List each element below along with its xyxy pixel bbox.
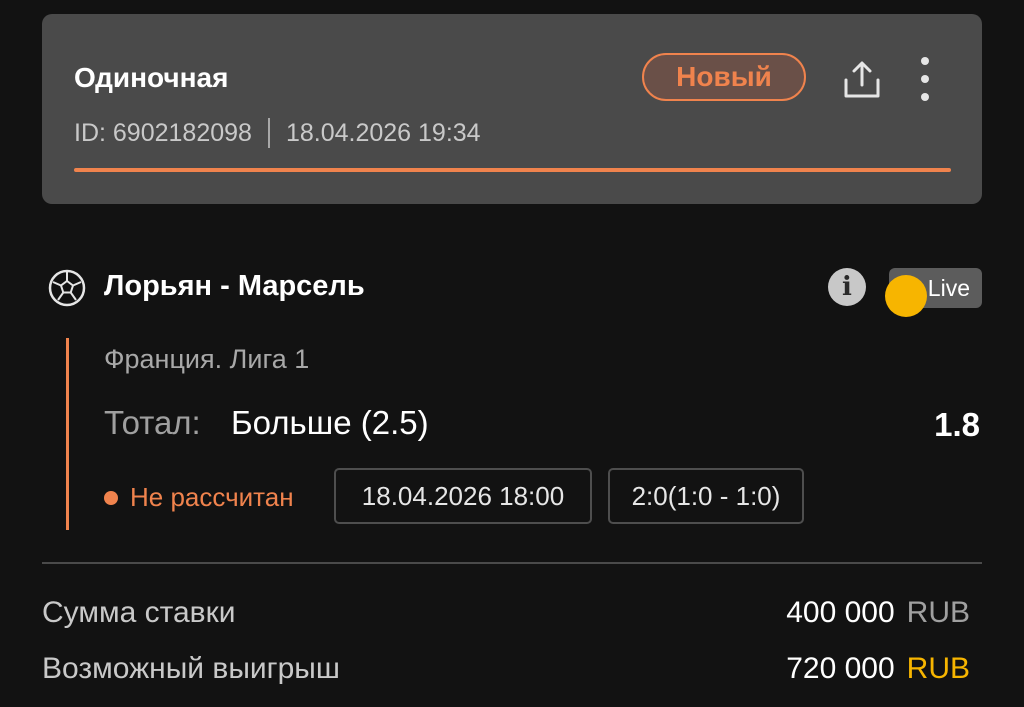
meta-separator	[267, 118, 270, 148]
stake-label: Сумма ставки	[42, 596, 236, 629]
match-title[interactable]: Лорьян - Марсель	[104, 270, 365, 303]
league-name: Франция. Лига 1	[104, 344, 310, 374]
stake-amount: 400 000	[786, 596, 895, 629]
settlement-status-dot	[104, 491, 118, 505]
settlement-status: Не рассчитан	[130, 482, 294, 512]
stake-amount-row: 400 000 RUB	[786, 596, 970, 630]
bet-card-header: Одиночная ID: 6902182098 18.04.2026 19:3…	[42, 14, 982, 204]
status-badge: Новый	[642, 53, 806, 101]
info-icon[interactable]: i	[828, 268, 866, 306]
stake-currency: RUB	[906, 596, 970, 629]
bet-datetime: 18.04.2026 19:34	[285, 118, 481, 147]
market-label: Тотал:	[104, 404, 201, 441]
bet-type-title: Одиночная	[74, 62, 229, 93]
possible-win-currency: RUB	[906, 652, 970, 685]
divider	[42, 562, 982, 564]
possible-win-label: Возможный выигрыш	[42, 652, 340, 685]
soccer-ball-icon	[48, 269, 86, 307]
possible-win-amount: 720 000	[786, 652, 895, 685]
bet-id: ID: 6902182098	[74, 118, 252, 147]
market-selection: Больше (2.5)	[231, 404, 429, 441]
event-start-time: 18.04.2026 18:00	[334, 468, 592, 524]
bet-meta: ID: 6902182098 18.04.2026 19:34	[74, 118, 481, 148]
more-vertical-icon[interactable]	[914, 56, 936, 102]
status-progress-line	[74, 168, 951, 172]
live-indicator-dot	[885, 275, 927, 317]
selection-accent-bar	[66, 338, 69, 530]
event-score: 2:0(1:0 - 1:0)	[608, 468, 804, 524]
odds-value: 1.8	[934, 406, 980, 443]
share-icon[interactable]	[840, 58, 884, 102]
possible-win-row: 720 000 RUB	[786, 652, 970, 686]
